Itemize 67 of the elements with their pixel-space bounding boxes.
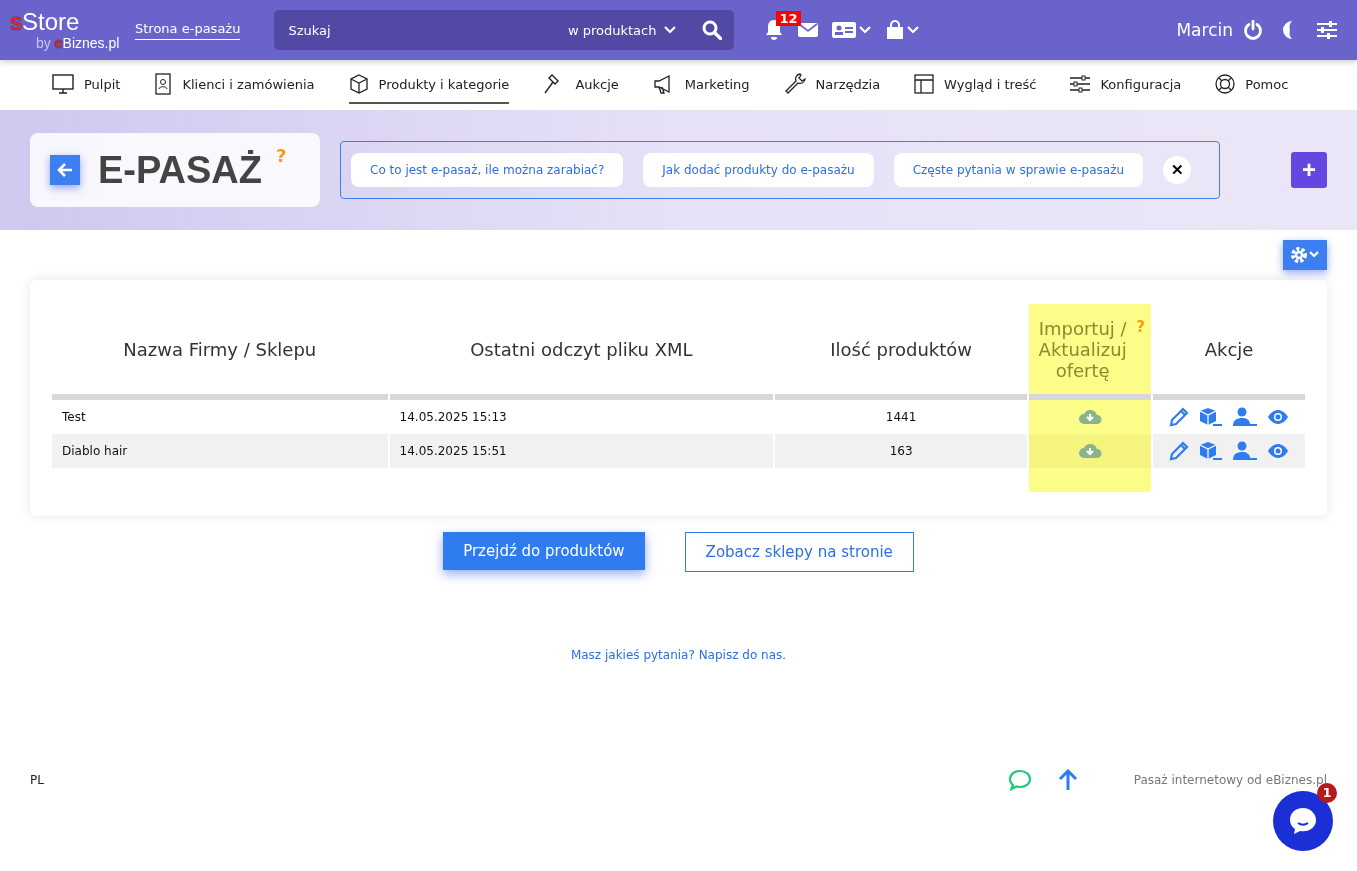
user-icon[interactable] — [1232, 407, 1257, 427]
column-title: Ilość produktów — [830, 338, 972, 360]
view-shops-button[interactable]: Zobacz sklepy na stronie — [684, 532, 914, 572]
chevron-down-icon — [664, 26, 677, 34]
table-cell: 163 — [775, 434, 1027, 468]
wrench-icon — [783, 73, 806, 95]
power-icon[interactable] — [1243, 20, 1263, 40]
language-selector[interactable]: PL — [30, 773, 44, 787]
table-cell-text: 14.05.2025 15:13 — [398, 409, 508, 426]
table-cell: 14.05.2025 15:51 — [389, 434, 774, 468]
box-icon[interactable] — [1199, 441, 1224, 461]
byline-text: by — [36, 36, 51, 50]
eye-icon[interactable] — [1266, 409, 1289, 425]
nav-tab[interactable]: Pulpit — [52, 66, 121, 104]
nav-tab[interactable]: Konfiguracja — [1070, 66, 1182, 104]
search-scope-dropdown[interactable]: w produktach — [567, 22, 677, 38]
arrow-up-icon[interactable] — [1057, 769, 1078, 791]
arrow-left-icon — [57, 163, 73, 177]
contact-link[interactable]: Masz jakieś pytania? Napisz do nas. — [570, 648, 787, 662]
nav-tab[interactable]: Aukcje — [543, 65, 619, 105]
logo-text[interactable]: sStore — [10, 10, 125, 34]
layout-icon — [914, 74, 935, 94]
search-field[interactable]: Szukaj w produktach — [274, 10, 735, 50]
pencil-icon[interactable] — [1169, 407, 1190, 427]
close-button[interactable]: ✕ — [1163, 156, 1192, 184]
id-card-dropdown-icon[interactable] — [832, 21, 873, 39]
shopping-bag-dropdown-icon[interactable] — [886, 20, 921, 40]
search-icon[interactable] — [702, 20, 723, 40]
speech-bubble-icon[interactable] — [1007, 769, 1032, 791]
table-cell-text: Test — [61, 409, 87, 426]
pencil-icon[interactable] — [1169, 441, 1190, 461]
box-icon[interactable] — [1199, 407, 1224, 427]
table-cell: Diablo hair — [52, 434, 388, 468]
box-icon — [348, 74, 369, 94]
column-title: Nazwa Firmy / Sklepu — [123, 338, 317, 360]
help-link[interactable]: Co to jest e-pasaż, ile można zarabiać? — [351, 153, 624, 187]
lifebuoy-icon — [1215, 74, 1236, 94]
help-link[interactable]: Jak dodać produkty do e-pasażu — [643, 153, 874, 187]
nav-tab[interactable]: Produkty i kategorie — [348, 66, 510, 104]
nav-tab[interactable]: Pomoc — [1215, 66, 1289, 104]
back-button[interactable] — [50, 155, 80, 185]
page-title: E-PASAŻ — [98, 148, 262, 192]
column-title: Akcje — [1204, 338, 1254, 360]
user-icon[interactable] — [1232, 441, 1257, 461]
settings-dropdown-button[interactable] — [1283, 240, 1327, 270]
nav-tab[interactable]: Klienci i zamówienia — [154, 65, 315, 105]
add-button[interactable]: + — [1291, 152, 1327, 188]
user-name[interactable]: Marcin — [1176, 20, 1233, 40]
monitor-icon — [52, 74, 74, 94]
nav-tab[interactable]: Narzędzia — [783, 65, 881, 105]
eye-icon[interactable] — [1266, 443, 1289, 459]
sliders-icon[interactable] — [1317, 21, 1337, 39]
sliders-icon — [1070, 74, 1091, 94]
nav-tab[interactable]: Marketing — [652, 66, 750, 104]
column-title: Importuj / Aktualizuj ofertę — [1037, 317, 1128, 381]
store-link[interactable]: Strona e-pasażu — [135, 20, 241, 40]
chat-bubble-icon — [1288, 806, 1318, 836]
brand-name: eBiznes.pl — [54, 36, 120, 50]
notification-badge: 12 — [776, 11, 801, 26]
address-book-icon — [154, 73, 173, 95]
table-cell-text: 1441 — [884, 409, 918, 426]
help-link[interactable]: Częste pytania w sprawie e-pasażu — [893, 153, 1144, 187]
envelope-icon[interactable] — [798, 22, 819, 38]
nav-tab[interactable]: Wygląd i treść — [914, 66, 1037, 104]
column-title: Ostatni odczyt pliku XML — [470, 338, 693, 360]
go-to-products-button[interactable]: Przejdź do produktów — [443, 532, 645, 570]
settings-icon — [1290, 246, 1320, 264]
